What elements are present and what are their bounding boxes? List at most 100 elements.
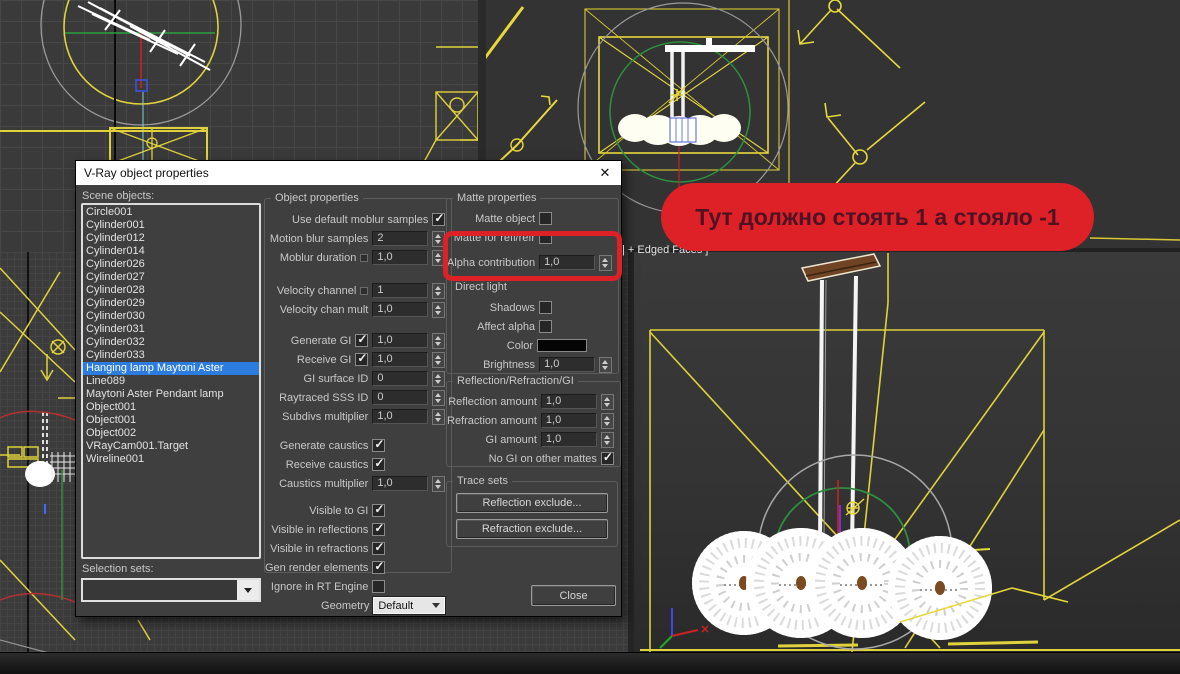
- row-ignore-rt-engine: Ignore in RT Engine: [265, 577, 451, 596]
- list-item[interactable]: Circle001: [83, 206, 259, 219]
- axis-tripod: [659, 608, 709, 649]
- selection-sets-label: Selection sets:: [82, 563, 154, 575]
- receive-gi-checkbox[interactable]: [355, 351, 369, 366]
- spinner[interactable]: [432, 332, 446, 349]
- row-gen-render-elements: Gen render elements: [265, 558, 451, 577]
- list-item[interactable]: Hanging lamp Maytoni Aster: [83, 362, 259, 375]
- list-item[interactable]: Cylinder033: [83, 349, 259, 362]
- row-velocity-channel: Velocity channel 1: [265, 281, 451, 300]
- field-label: Caustics multiplier: [279, 477, 369, 490]
- list-item[interactable]: Object001: [83, 401, 259, 414]
- visible-to-gi-checkbox[interactable]: [372, 502, 386, 517]
- list-item[interactable]: Cylinder031: [83, 323, 259, 336]
- gen-render-elements-checkbox[interactable]: [372, 559, 386, 574]
- field-label: Matte object: [475, 212, 536, 225]
- visible-in-refractions-checkbox[interactable]: [372, 540, 386, 555]
- list-item[interactable]: Cylinder028: [83, 284, 259, 297]
- receive-gi-input[interactable]: 1,0: [372, 352, 429, 367]
- field-label: Visible in refractions: [270, 542, 369, 555]
- viewport-perspective[interactable]: [628, 252, 1180, 652]
- spinner[interactable]: [600, 412, 614, 429]
- ignore-rt-engine-checkbox[interactable]: [372, 580, 386, 593]
- object-properties-group: Object properties Use default moblur sam…: [264, 192, 453, 615]
- spinner[interactable]: [600, 431, 614, 448]
- list-item[interactable]: Cylinder029: [83, 297, 259, 310]
- generate-caustics-checkbox[interactable]: [372, 437, 386, 452]
- close-icon[interactable]: ✕: [589, 161, 621, 185]
- lamp-canopy: [800, 253, 882, 282]
- spinner[interactable]: [432, 475, 446, 492]
- matte-object-checkbox[interactable]: [539, 212, 553, 225]
- field-label: Brightness: [483, 358, 536, 371]
- list-item[interactable]: Cylinder027: [83, 271, 259, 284]
- subdivs-multiplier-input[interactable]: 1,0: [372, 409, 429, 424]
- velocity-chan-mult-input[interactable]: 1,0: [372, 302, 429, 317]
- list-item[interactable]: Cylinder030: [83, 310, 259, 323]
- list-item[interactable]: Wireline001: [83, 453, 259, 466]
- chevron-down-icon[interactable]: [237, 580, 259, 600]
- velocity-channel-input[interactable]: 1: [372, 283, 429, 298]
- list-item[interactable]: Cylinder026: [83, 258, 259, 271]
- color-swatch[interactable]: [537, 339, 588, 352]
- field-label: Geometry: [321, 599, 370, 612]
- group-legend: Trace sets: [457, 475, 508, 487]
- affect-alpha-checkbox[interactable]: [539, 320, 553, 333]
- generate-gi-checkbox[interactable]: [355, 332, 369, 347]
- field-label: Gen render elements: [265, 561, 369, 574]
- gi-amount-input[interactable]: 1,0: [540, 432, 597, 447]
- row-no-gi-other-mattes: No GI on other mattes: [447, 449, 620, 468]
- spinner[interactable]: [432, 351, 446, 368]
- motion-blur-samples-input[interactable]: 2: [372, 231, 429, 246]
- animate-toggle[interactable]: [360, 253, 369, 262]
- spinner[interactable]: [432, 282, 446, 299]
- refraction-amount-input[interactable]: 1,0: [540, 413, 597, 428]
- shadows-checkbox[interactable]: [539, 301, 553, 314]
- sub-group-label: Direct light: [455, 280, 507, 293]
- receive-caustics-checkbox[interactable]: [372, 456, 386, 471]
- spinner[interactable]: [432, 389, 446, 406]
- spinner[interactable]: [599, 356, 613, 373]
- brightness-input[interactable]: 1,0: [539, 357, 596, 372]
- field-label: No GI on other mattes: [488, 452, 597, 465]
- raytraced-sss-id-input[interactable]: 0: [372, 390, 429, 405]
- reflection-amount-input[interactable]: 1,0: [540, 394, 597, 409]
- list-item[interactable]: Object001: [83, 414, 259, 427]
- use-default-moblur-checkbox[interactable]: [432, 211, 446, 226]
- visible-in-reflections-checkbox[interactable]: [372, 521, 386, 536]
- list-item[interactable]: VRayCam001.Target: [83, 440, 259, 453]
- gi-surface-id-input[interactable]: 0: [372, 371, 429, 386]
- caustics-multiplier-input[interactable]: 1,0: [372, 476, 429, 491]
- list-item[interactable]: Cylinder001: [83, 219, 259, 232]
- arrow-splines: [481, 6, 558, 179]
- spinner[interactable]: [432, 301, 446, 318]
- alpha-contribution-highlight: [443, 231, 622, 281]
- field-label: Generate GI: [290, 334, 352, 347]
- row-brightness: Brightness 1,0: [447, 355, 618, 374]
- spinner[interactable]: [432, 408, 446, 425]
- row-affect-alpha: Affect alpha: [447, 317, 618, 336]
- moblur-duration-input[interactable]: 1,0: [372, 250, 429, 265]
- field-label: Refraction amount: [447, 414, 537, 427]
- scene-objects-list[interactable]: Circle001 Cylinder001 Cylinder012 Cylinder0…: [81, 203, 261, 559]
- viewport-divider[interactable]: [628, 252, 634, 652]
- reflection-exclude-button[interactable]: Reflection exclude...: [456, 493, 608, 513]
- list-item[interactable]: Object002: [83, 427, 259, 440]
- list-item[interactable]: Maytoni Aster Pendant lamp: [83, 388, 259, 401]
- spinner[interactable]: [432, 370, 446, 387]
- gizmo: [845, 498, 865, 516]
- list-item[interactable]: Line089: [83, 375, 259, 388]
- row-reflection-amount: Reflection amount 1,0: [447, 392, 620, 411]
- dialog-titlebar[interactable]: V-Ray object properties ✕: [76, 161, 621, 185]
- close-button[interactable]: Close: [531, 585, 616, 606]
- geometry-dropdown[interactable]: Default: [372, 596, 447, 615]
- animate-toggle[interactable]: [360, 286, 369, 295]
- selection-sets-value: [83, 580, 237, 600]
- generate-gi-input[interactable]: 1,0: [372, 333, 429, 348]
- list-item[interactable]: Cylinder014: [83, 245, 259, 258]
- no-gi-other-mattes-checkbox[interactable]: [600, 450, 614, 465]
- spinner[interactable]: [600, 393, 614, 410]
- list-item[interactable]: Cylinder032: [83, 336, 259, 349]
- selection-sets-dropdown[interactable]: [81, 578, 261, 602]
- list-item[interactable]: Cylinder012: [83, 232, 259, 245]
- refraction-exclude-button[interactable]: Refraction exclude...: [456, 519, 608, 539]
